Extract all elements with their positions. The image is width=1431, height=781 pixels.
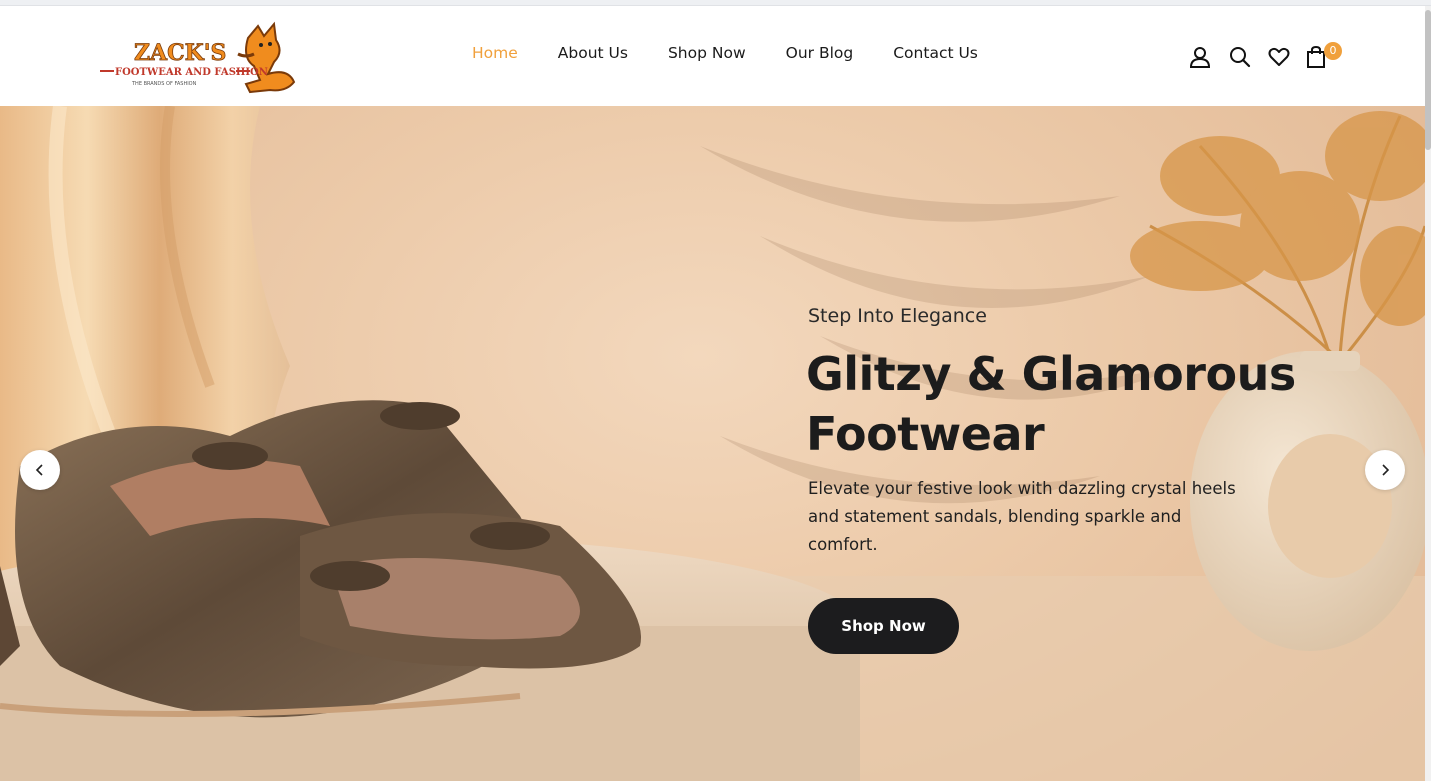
logo-tagline: THE BRANDS OF FASHION [131, 81, 197, 87]
hero-title: Glitzy & Glamorous Footwear [806, 347, 1296, 461]
search-icon[interactable] [1227, 44, 1253, 70]
slider-next-button[interactable] [1365, 450, 1405, 490]
main-navigation: Home About Us Shop Now Our Blog Contact … [452, 44, 1018, 70]
nav-item-shop-now[interactable]: Shop Now [668, 44, 746, 70]
slider-prev-button[interactable] [20, 450, 60, 490]
chevron-right-icon [1382, 464, 1390, 476]
logo-main-text: ZACK'S [134, 40, 226, 66]
nav-item-home[interactable]: Home [472, 44, 518, 70]
nav-item-our-blog[interactable]: Our Blog [786, 44, 854, 70]
heart-icon[interactable] [1266, 44, 1292, 70]
hero-subtitle: Step Into Elegance [808, 305, 987, 327]
page-scrollbar[interactable] [1425, 6, 1431, 781]
site-header: ZACK'S FOOTWEAR AND FASHION THE BRANDS O… [0, 6, 1425, 106]
shop-now-button[interactable]: Shop Now [808, 598, 959, 654]
user-icon[interactable] [1187, 44, 1213, 70]
logo-sub-text: FOOTWEAR AND FASHION [115, 67, 268, 78]
nav-item-contact-us[interactable]: Contact Us [893, 44, 978, 70]
brand-logo[interactable]: ZACK'S FOOTWEAR AND FASHION THE BRANDS O… [98, 18, 304, 96]
chevron-left-icon [35, 464, 43, 476]
hero-slider: Step Into Elegance Glitzy & Glamorous Fo… [0, 106, 1425, 781]
cart-count-badge: 0 [1324, 42, 1342, 60]
scrollbar-thumb[interactable] [1425, 10, 1431, 150]
hero-description: Elevate your festive look with dazzling … [808, 479, 1236, 554]
nav-item-about-us[interactable]: About Us [558, 44, 628, 70]
